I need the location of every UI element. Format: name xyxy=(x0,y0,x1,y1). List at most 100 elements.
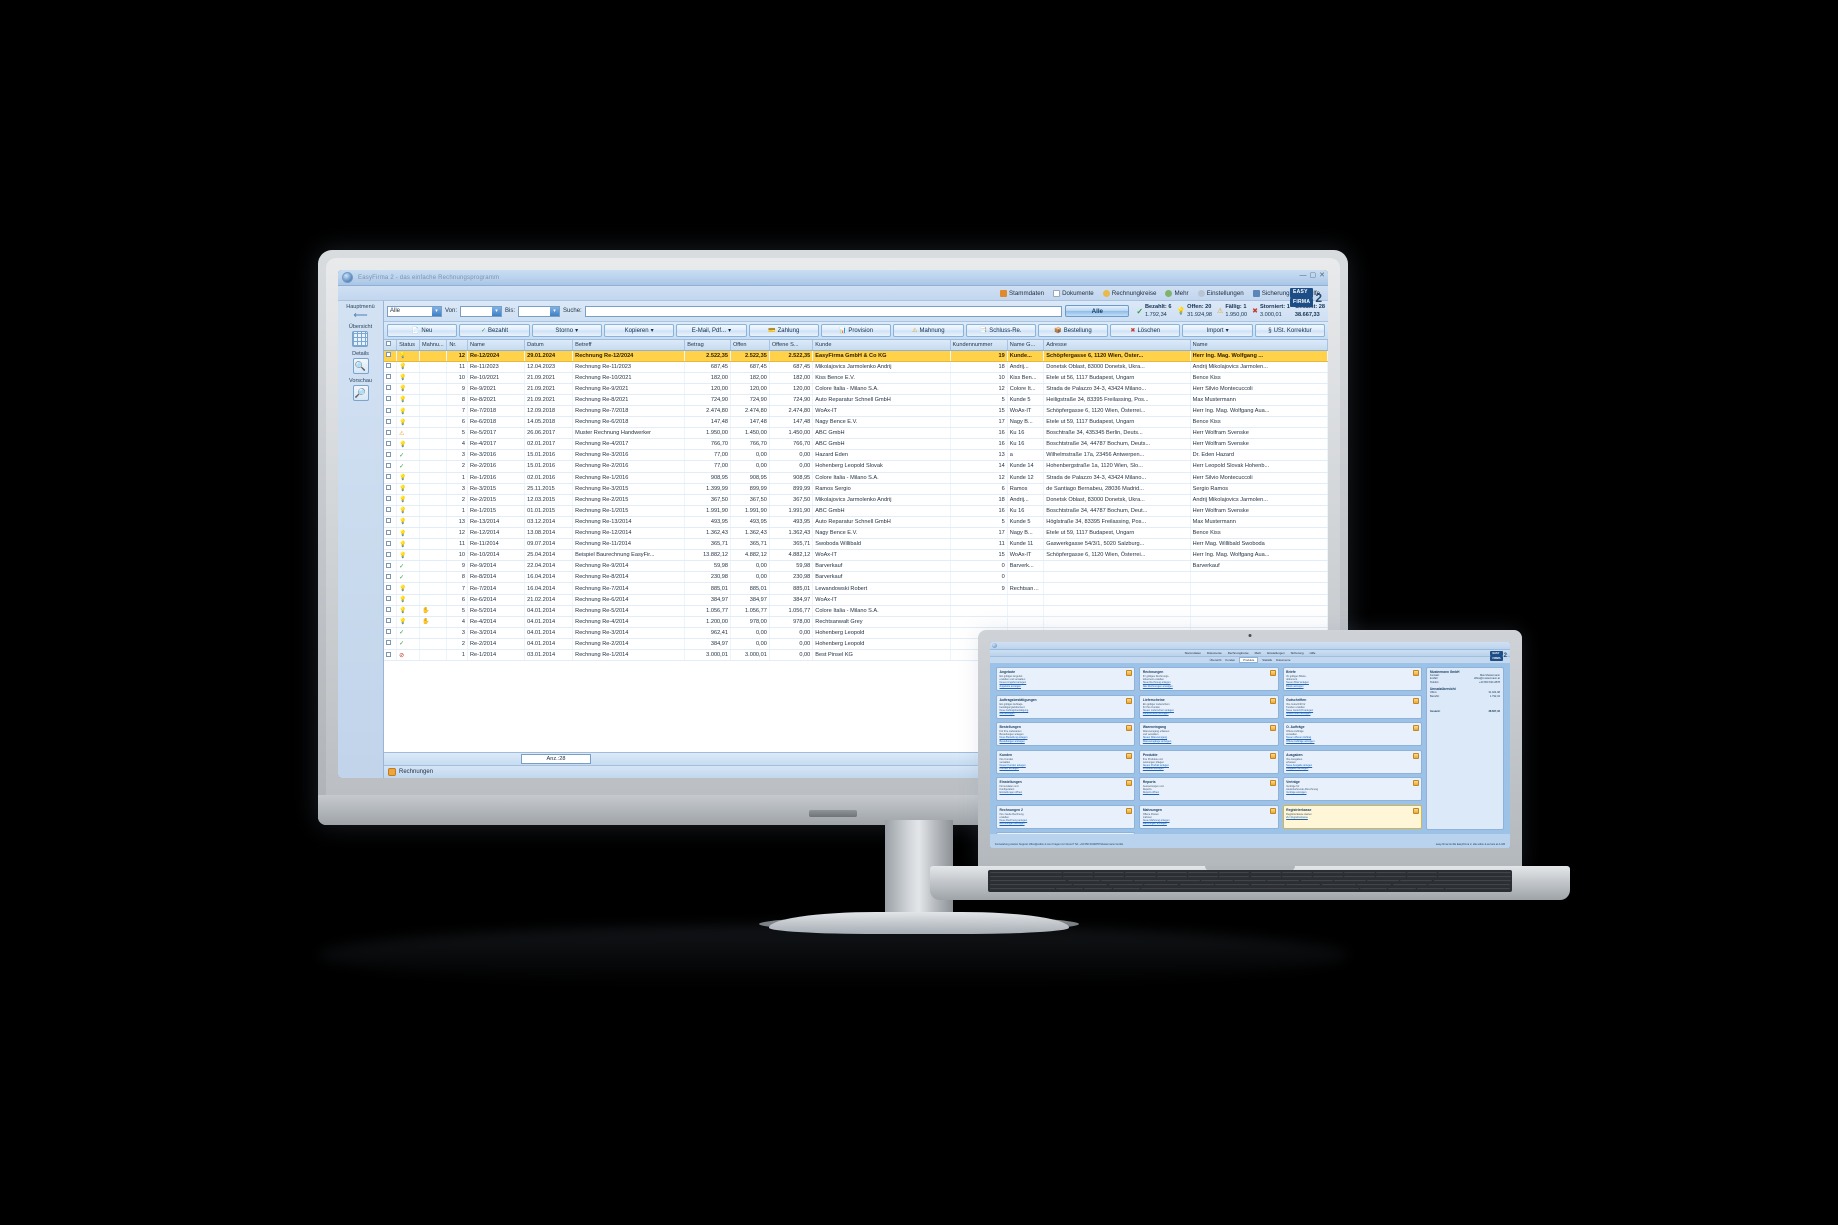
keyboard-key[interactable] xyxy=(1067,879,1100,883)
sidebar-item-uebersicht[interactable]: Übersicht xyxy=(349,324,372,347)
table-row[interactable]: 💡 7 Re-7/2018 12.09.2018 Rechnung Re-7/2018 2… xyxy=(384,405,1328,418)
dashboard-tile[interactable]: Lieferscheine Ein gültiger Lieferschein fü… xyxy=(1139,694,1279,719)
dashboard-tile[interactable]: Kunden Ihre Kunden verwalten Neuen Kunden a… xyxy=(996,749,1136,774)
checkbox-icon[interactable] xyxy=(386,396,391,402)
tile-link[interactable]: Angebote anzeigen xyxy=(1000,685,1132,688)
header-datum[interactable]: Datum xyxy=(524,340,574,351)
keyboard-key[interactable] xyxy=(1250,875,1281,879)
checkbox-icon[interactable] xyxy=(386,540,391,546)
checkbox-icon[interactable] xyxy=(386,474,391,480)
row-checkbox[interactable] xyxy=(384,538,398,551)
header-name2[interactable]: Name xyxy=(1190,340,1328,351)
menu-item-einstellungen[interactable]: Einstellungen xyxy=(1197,289,1244,297)
checkbox-icon[interactable] xyxy=(386,485,391,491)
keyboard-key[interactable] xyxy=(1407,871,1438,875)
window-controls[interactable]: — ▢ ✕ xyxy=(1300,272,1326,279)
dashboard-tile[interactable]: Registrierkasse Registrierkasse starten Zu… xyxy=(1282,804,1422,829)
chevron-down-icon[interactable]: ▾ xyxy=(1226,327,1229,334)
keyboard-key[interactable] xyxy=(1313,875,1344,879)
keyboard-key[interactable] xyxy=(1094,871,1125,875)
toolbar-button-storno[interactable]: Storno ▾ xyxy=(531,324,602,337)
dashboard-tile[interactable]: Produkte Ihre Produkte und Leistungen pfle… xyxy=(1139,749,1279,774)
table-row[interactable]: 💡 8 Re-8/2021 21.09.2021 Rechnung Re-8/2021 7… xyxy=(384,394,1328,406)
scope-select[interactable]: Alle ▾ xyxy=(387,305,442,317)
keyboard-key[interactable] xyxy=(1100,879,1133,883)
row-checkbox[interactable] xyxy=(384,438,398,451)
checkbox-icon[interactable] xyxy=(386,418,391,424)
table-row[interactable]: ✓ 2 Re-2/2016 15.01.2016 Rechnung Re-2/2016 7… xyxy=(384,460,1328,473)
keyboard-key[interactable] xyxy=(989,879,1067,883)
row-checkbox[interactable] xyxy=(384,460,398,473)
keyboard-key[interactable] xyxy=(1267,879,1300,883)
table-row[interactable]: 💡 7 Re-7/2014 16.04.2014 Rechnung Re-7/2014 8… xyxy=(384,582,1328,595)
header-betrag[interactable]: Betrag xyxy=(684,340,731,351)
row-checkbox[interactable] xyxy=(384,394,398,406)
von-date-input[interactable]: ▾ xyxy=(460,305,503,317)
row-checkbox[interactable] xyxy=(384,383,398,395)
row-checkbox[interactable] xyxy=(384,505,398,517)
row-checkbox[interactable] xyxy=(384,627,398,639)
checkbox-icon[interactable] xyxy=(386,618,391,624)
keyboard-key[interactable] xyxy=(1344,875,1375,879)
tile-link[interactable]: Ausgaben anzeigen xyxy=(1286,767,1418,770)
laptop-menubar[interactable]: Stammdaten Dokumente Rechnungkreise Mehr… xyxy=(990,650,1510,657)
keyboard-key[interactable] xyxy=(1084,887,1112,891)
header-name-g[interactable]: Name G... xyxy=(1007,340,1045,351)
keyboard-key[interactable] xyxy=(1360,887,1388,891)
toolbar-button-ust-korrektur[interactable]: § USt. Korrektur xyxy=(1254,324,1326,337)
dashboard-tile[interactable]: O. Aufträge Offene Aufträge verwalten Neuen… xyxy=(1282,722,1422,746)
table-row[interactable]: ✓ 3 Re-3/2016 15.01.2016 Rechnung Re-3/2016 7… xyxy=(384,449,1328,462)
main-menubar[interactable]: Stammdaten Dokumente Rechnungkreise Mehr xyxy=(338,286,1328,301)
keyboard-key[interactable] xyxy=(1156,875,1187,879)
toolbar-button-zahlung[interactable]: 💳 Zahlung xyxy=(748,324,819,337)
checkbox-icon[interactable] xyxy=(386,385,391,391)
toolbar-button-schluss-re[interactable]: 📑 Schluss-Re. xyxy=(965,324,1036,337)
keyboard-key[interactable] xyxy=(1313,871,1344,875)
bis-date-input[interactable]: ▾ xyxy=(518,305,561,317)
checkbox-icon[interactable] xyxy=(386,518,391,524)
table-row[interactable]: ✓ 9 Re-9/2014 22.04.2014 Rechnung Re-9/2014 5… xyxy=(384,560,1328,573)
table-row[interactable]: 💡 2 Re-2/2015 12.03.2015 Rechnung Re-2/2015 3… xyxy=(384,494,1328,506)
keyboard-key[interactable] xyxy=(1125,875,1156,879)
laptop-tab[interactable]: Statistik xyxy=(1262,658,1272,662)
checkbox-icon[interactable] xyxy=(386,496,391,502)
header-status[interactable]: Status xyxy=(396,340,420,351)
keyboard-key[interactable] xyxy=(989,871,1062,875)
keyboard-key[interactable] xyxy=(1141,887,1359,891)
row-checkbox[interactable] xyxy=(384,560,398,573)
row-checkbox[interactable] xyxy=(384,427,398,440)
table-row[interactable]: 💡 4 Re-4/2017 02.01.2017 Rechnung Re-4/2017 7… xyxy=(384,438,1328,451)
keyboard-key[interactable] xyxy=(1416,887,1444,891)
keyboard-key[interactable] xyxy=(1062,871,1093,875)
row-checkbox[interactable] xyxy=(384,605,398,617)
keyboard-key[interactable] xyxy=(1179,883,1214,887)
header-nr[interactable]: Nr. xyxy=(446,340,468,351)
keyboard-row[interactable] xyxy=(989,871,1511,875)
dashboard-tile[interactable]: Ausgaben Ihre Ausgaben erfassen Neue Ausgab… xyxy=(1282,749,1422,774)
keyboard-key[interactable] xyxy=(1438,871,1511,875)
table-row[interactable]: 💡 12 Re-12/2014 13.08.2014 Rechnung Re-12/20… xyxy=(384,527,1328,540)
tile-link[interactable]: Verträge anzeigen xyxy=(1286,791,1418,794)
row-checkbox[interactable] xyxy=(384,361,398,373)
dashboard-tile[interactable]: Wareneingang Wareneingang erfassen und ver… xyxy=(1139,722,1279,746)
row-checkbox[interactable] xyxy=(384,350,398,362)
keyboard-key[interactable] xyxy=(1321,883,1356,887)
chevron-down-icon[interactable]: ▾ xyxy=(550,306,560,316)
chevron-down-icon[interactable]: ▾ xyxy=(575,327,578,334)
chevron-down-icon[interactable]: ▾ xyxy=(432,306,441,316)
dashboard-tile[interactable]: Einstellungen Firmendaten und Konfiguratio… xyxy=(996,777,1136,801)
keyboard-key[interactable] xyxy=(1188,871,1219,875)
dashboard-tile[interactable]: Rechnungen Ihr gültiges Rechnungs-dokumen… xyxy=(1139,667,1279,691)
row-checkbox[interactable] xyxy=(384,582,398,595)
row-checkbox[interactable] xyxy=(384,449,398,462)
keyboard-key[interactable] xyxy=(1250,883,1285,887)
checkbox-icon[interactable] xyxy=(386,607,391,613)
row-checkbox[interactable] xyxy=(384,472,398,484)
keyboard-row[interactable] xyxy=(989,887,1511,891)
header-offen[interactable]: Offen xyxy=(730,340,770,351)
tile-link[interactable]: Offene Aufträge anzeigen xyxy=(1286,740,1418,743)
table-row[interactable]: 💡 3 Re-3/2015 25.11.2015 Rechnung Re-3/2015 1… xyxy=(384,483,1328,495)
checkbox-icon[interactable] xyxy=(386,596,391,602)
tile-link[interactable]: Wareneingänge anzeigen xyxy=(1143,740,1275,743)
laptop-menu-item[interactable]: Mehr xyxy=(1255,651,1262,655)
